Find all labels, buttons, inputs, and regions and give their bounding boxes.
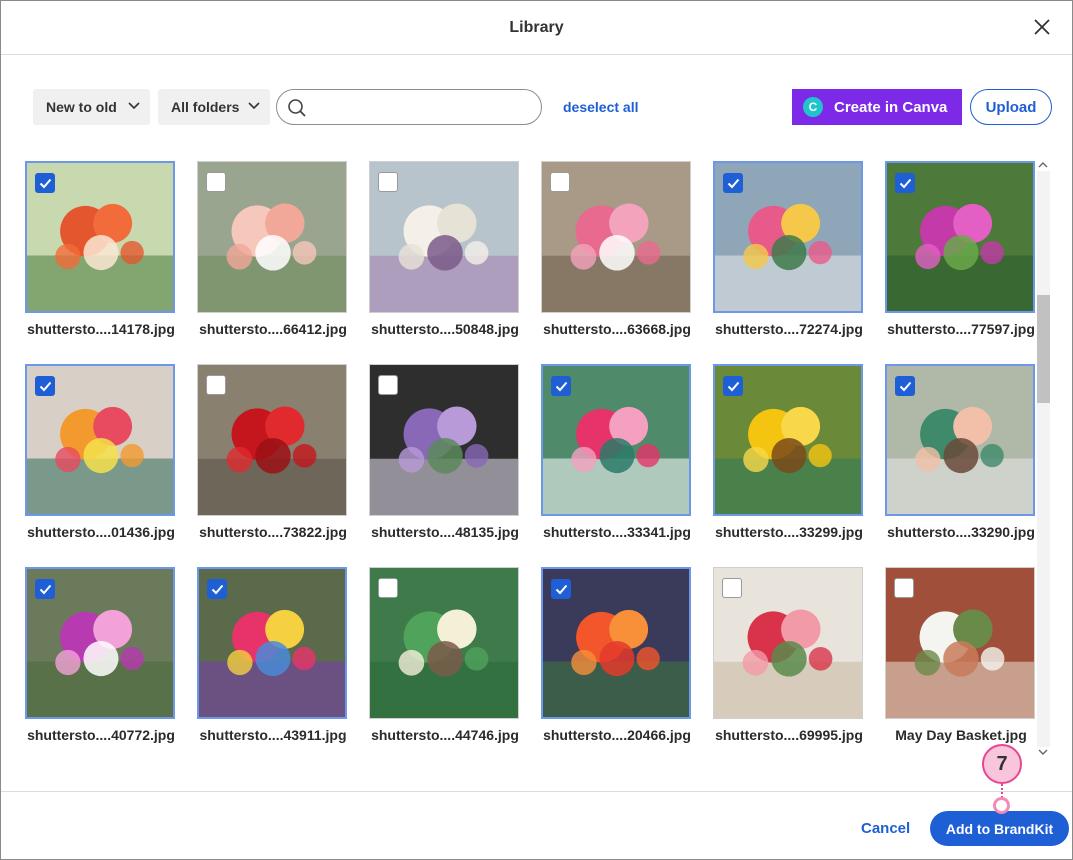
select-checkbox[interactable] [207, 579, 227, 599]
select-checkbox[interactable] [723, 376, 743, 396]
checkmark-icon [211, 584, 224, 595]
image-thumbnail[interactable] [197, 364, 347, 516]
image-thumbnail[interactable] [541, 161, 691, 313]
image-filename: shuttersto....43911.jpg [199, 727, 347, 743]
checkmark-icon [555, 381, 568, 392]
image-thumbnail[interactable] [25, 161, 175, 313]
image-filename: shuttersto....72274.jpg [715, 321, 863, 337]
chevron-down-icon [128, 102, 140, 110]
image-filename: shuttersto....33299.jpg [715, 524, 863, 540]
library-dialog: Library New to old All folders deselect … [0, 0, 1073, 860]
select-checkbox[interactable] [551, 579, 571, 599]
image-thumbnail[interactable] [885, 364, 1035, 516]
select-checkbox[interactable] [722, 578, 742, 598]
image-thumbnail[interactable] [369, 161, 519, 313]
sort-dropdown-value: New to old [46, 99, 117, 115]
select-checkbox[interactable] [894, 578, 914, 598]
select-checkbox[interactable] [550, 172, 570, 192]
create-in-canva-label: Create in Canva [834, 98, 948, 116]
checkmark-icon [727, 381, 740, 392]
select-checkbox[interactable] [551, 376, 571, 396]
select-checkbox[interactable] [378, 578, 398, 598]
checkmark-icon [899, 381, 912, 392]
image-filename: shuttersto....63668.jpg [543, 321, 691, 337]
select-checkbox[interactable] [206, 172, 226, 192]
checkmark-icon [899, 178, 912, 189]
image-thumbnail[interactable] [197, 161, 347, 313]
image-thumbnail[interactable] [369, 364, 519, 516]
image-filename: shuttersto....33341.jpg [543, 524, 691, 540]
image-filename: shuttersto....40772.jpg [27, 727, 175, 743]
select-checkbox[interactable] [723, 173, 743, 193]
callout-target-marker [993, 797, 1010, 814]
dialog-title: Library [509, 19, 564, 36]
add-to-brandkit-button[interactable]: Add to BrandKit [930, 811, 1069, 846]
select-checkbox[interactable] [35, 579, 55, 599]
step-callout-badge: 7 [982, 744, 1022, 784]
scroll-down-arrow-icon[interactable] [1038, 748, 1048, 756]
image-thumbnail[interactable] [369, 567, 519, 719]
image-filename: shuttersto....48135.jpg [371, 524, 519, 540]
checkmark-icon [727, 178, 740, 189]
deselect-all-link[interactable]: deselect all [563, 99, 639, 115]
folder-dropdown[interactable]: All folders [158, 89, 270, 125]
checkmark-icon [39, 584, 52, 595]
close-button[interactable] [1032, 17, 1052, 37]
chevron-down-icon [248, 102, 260, 110]
image-filename: shuttersto....73822.jpg [199, 524, 347, 540]
checkmark-icon [39, 381, 52, 392]
image-thumbnail[interactable] [541, 567, 691, 719]
image-grid: shuttersto....14178.jpg shuttersto....664… [23, 161, 1035, 761]
image-filename: May Day Basket.jpg [895, 727, 1027, 743]
search-box[interactable] [276, 89, 542, 125]
cancel-button[interactable]: Cancel [861, 820, 910, 837]
upload-button[interactable]: Upload [970, 89, 1052, 125]
search-input[interactable] [313, 96, 533, 120]
create-in-canva-button[interactable]: C Create in Canva [792, 89, 962, 125]
image-thumbnail[interactable] [713, 364, 863, 516]
select-checkbox[interactable] [895, 173, 915, 193]
checkmark-icon [39, 178, 52, 189]
scrollbar-track [1037, 171, 1050, 747]
image-filename: shuttersto....69995.jpg [715, 727, 863, 743]
grid-scrollbar[interactable] [1035, 157, 1051, 761]
image-filename: shuttersto....33290.jpg [887, 524, 1035, 540]
image-thumbnail[interactable] [713, 567, 863, 719]
checkmark-icon [555, 584, 568, 595]
folder-dropdown-value: All folders [171, 99, 240, 115]
image-filename: shuttersto....66412.jpg [199, 321, 347, 337]
image-thumbnail[interactable] [197, 567, 347, 719]
image-filename: shuttersto....50848.jpg [371, 321, 519, 337]
callout-connector [1001, 784, 1003, 798]
select-checkbox[interactable] [206, 375, 226, 395]
select-checkbox[interactable] [378, 172, 398, 192]
select-checkbox[interactable] [35, 376, 55, 396]
image-filename: shuttersto....01436.jpg [27, 524, 175, 540]
close-icon [1034, 19, 1050, 35]
image-thumbnail[interactable] [25, 364, 175, 516]
image-thumbnail[interactable] [885, 161, 1035, 313]
image-thumbnail[interactable] [885, 567, 1035, 719]
select-checkbox[interactable] [378, 375, 398, 395]
canva-logo-icon: C [803, 97, 823, 117]
select-checkbox[interactable] [35, 173, 55, 193]
select-checkbox[interactable] [895, 376, 915, 396]
image-filename: shuttersto....44746.jpg [371, 727, 519, 743]
image-filename: shuttersto....20466.jpg [543, 727, 691, 743]
sort-dropdown[interactable]: New to old [33, 89, 150, 125]
image-filename: shuttersto....77597.jpg [887, 321, 1035, 337]
image-thumbnail[interactable] [25, 567, 175, 719]
dialog-header: Library [1, 1, 1072, 55]
image-filename: shuttersto....14178.jpg [27, 321, 175, 337]
toolbar: New to old All folders deselect all C Cr… [1, 87, 1072, 127]
scrollbar-thumb[interactable] [1037, 295, 1050, 403]
image-thumbnail[interactable] [541, 364, 691, 516]
search-icon [288, 99, 306, 117]
dialog-footer: Cancel Add to BrandKit [1, 791, 1072, 859]
scroll-up-arrow-icon[interactable] [1038, 161, 1048, 169]
image-thumbnail[interactable] [713, 161, 863, 313]
